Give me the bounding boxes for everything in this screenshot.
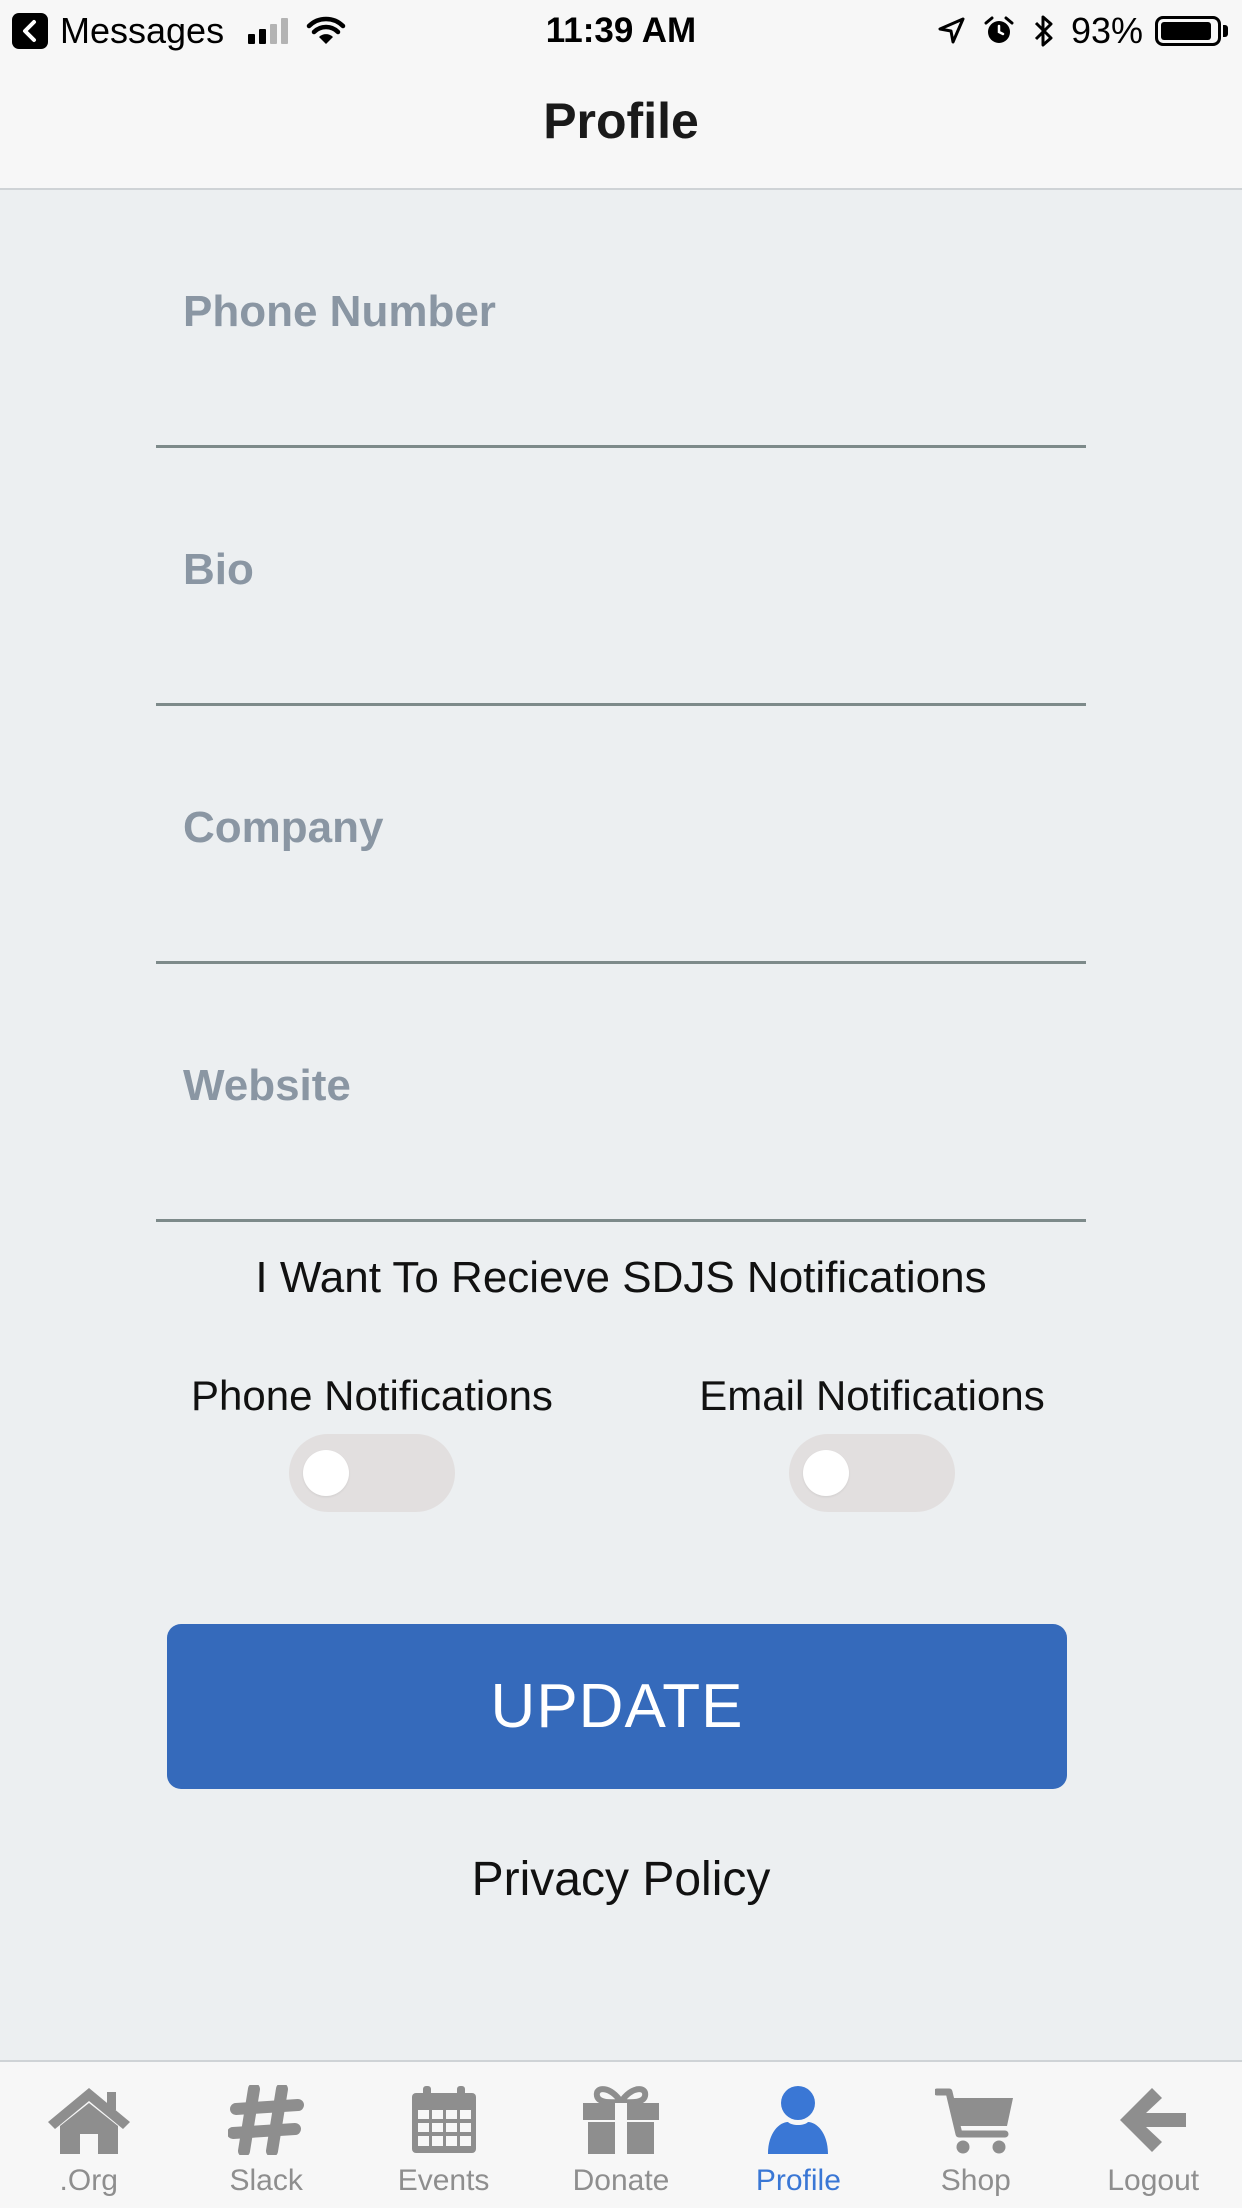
bluetooth-icon bbox=[1033, 14, 1055, 48]
email-notifications-label: Email Notifications bbox=[699, 1372, 1045, 1419]
tab-label: Slack bbox=[229, 2164, 303, 2197]
status-bar: Messages 11:39 AM 93% bbox=[0, 0, 1242, 62]
user-icon bbox=[768, 2086, 829, 2154]
toggle-knob bbox=[303, 1450, 349, 1496]
update-button[interactable]: UPDATE bbox=[167, 1624, 1067, 1789]
bio-field[interactable] bbox=[156, 516, 1086, 706]
tab-org[interactable]: .Org bbox=[0, 2062, 177, 2208]
phone-notifications-label: Phone Notifications bbox=[191, 1372, 553, 1419]
alarm-icon bbox=[983, 15, 1015, 47]
navigation-bar: Profile bbox=[0, 62, 1242, 190]
phone-notifications-group: Phone Notifications bbox=[172, 1372, 572, 1512]
tab-events[interactable]: Events bbox=[355, 2062, 532, 2208]
page-title: Profile bbox=[543, 93, 699, 149]
tab-slack[interactable]: Slack bbox=[177, 2062, 354, 2208]
email-notifications-group: Email Notifications bbox=[672, 1372, 1072, 1512]
website-field[interactable] bbox=[156, 1032, 1086, 1222]
home-icon bbox=[47, 2088, 130, 2154]
battery-icon bbox=[1155, 16, 1221, 46]
battery-percent: 93% bbox=[1070, 10, 1143, 51]
status-right: 93% bbox=[919, 10, 1228, 52]
arrow-left-icon bbox=[1120, 2088, 1187, 2152]
hashtag-icon bbox=[228, 2085, 305, 2155]
website-input[interactable] bbox=[156, 1032, 1086, 1219]
notifications-heading: I Want To Recieve SDJS Notifications bbox=[255, 1253, 987, 1302]
location-arrow-icon bbox=[937, 17, 965, 45]
tab-label: Logout bbox=[1107, 2164, 1200, 2197]
company-input[interactable] bbox=[156, 774, 1086, 961]
cart-icon bbox=[934, 2088, 1013, 2154]
tab-label: Shop bbox=[940, 2164, 1011, 2197]
tab-donate[interactable]: Donate bbox=[532, 2062, 709, 2208]
calendar-icon bbox=[411, 2086, 476, 2153]
toggle-knob bbox=[803, 1450, 849, 1496]
tab-shop[interactable]: Shop bbox=[887, 2062, 1064, 2208]
phone-notifications-toggle[interactable] bbox=[289, 1434, 455, 1512]
email-notifications-toggle[interactable] bbox=[789, 1434, 955, 1512]
bio-input[interactable] bbox=[156, 516, 1086, 703]
tab-label: Events bbox=[397, 2164, 490, 2197]
tab-label: .Org bbox=[59, 2164, 118, 2197]
company-field[interactable] bbox=[156, 774, 1086, 964]
tab-bar: .Org Slack Events Donate Profile Shop Lo… bbox=[0, 2060, 1242, 2208]
phone-number-field[interactable] bbox=[156, 258, 1086, 448]
tab-label: Donate bbox=[572, 2164, 670, 2197]
privacy-policy-link[interactable]: Privacy Policy bbox=[0, 1852, 1242, 1907]
tab-logout[interactable]: Logout bbox=[1065, 2062, 1242, 2208]
tab-label: Profile bbox=[755, 2164, 841, 2197]
battery-nub bbox=[1223, 25, 1228, 37]
phone-number-input[interactable] bbox=[156, 258, 1086, 445]
tab-profile[interactable]: Profile bbox=[710, 2062, 887, 2208]
battery-fill bbox=[1161, 22, 1212, 40]
gift-icon bbox=[582, 2086, 659, 2154]
